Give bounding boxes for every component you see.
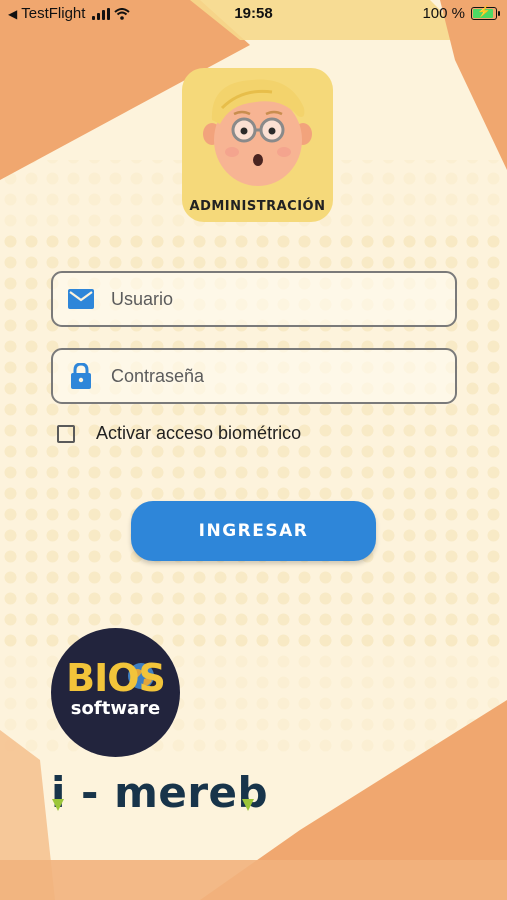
- password-field[interactable]: [51, 348, 457, 404]
- decor-bottom-band: [0, 860, 507, 900]
- status-bar: ◀ TestFlight 19:58 100 % ⚡: [0, 0, 507, 30]
- username-input[interactable]: [109, 287, 433, 311]
- biometric-option[interactable]: Activar acceso biométrico: [57, 423, 301, 444]
- bios-software-logo: BIOS software: [51, 628, 180, 757]
- admin-avatar: ADMINISTRACIÓN: [182, 68, 333, 222]
- mail-icon: [67, 285, 95, 313]
- biometric-label[interactable]: Activar acceso biométrico: [96, 423, 301, 444]
- username-field[interactable]: [51, 271, 457, 327]
- status-right: 100 % ⚡: [422, 5, 500, 22]
- i-mereb-logo: i - mereb: [51, 768, 268, 828]
- charging-bolt-icon: ⚡: [477, 6, 491, 18]
- avatar-caption: ADMINISTRACIÓN: [189, 199, 326, 214]
- bios-wordmark: BIOS: [66, 656, 166, 700]
- logo-accent-mark: [52, 799, 64, 811]
- biometric-checkbox[interactable]: [57, 424, 75, 443]
- login-screen: ◀ TestFlight 19:58 100 % ⚡ ADMINISTRACIÓ…: [0, 0, 507, 900]
- i-mereb-wordmark: i - mereb: [51, 768, 269, 817]
- logo-accent-mark: [242, 799, 254, 811]
- lock-icon: [67, 362, 95, 390]
- bios-subtitle: software: [70, 698, 161, 719]
- battery-icon: ⚡: [471, 6, 500, 20]
- login-button[interactable]: INGRESAR: [131, 501, 376, 561]
- battery-percent: 100 %: [422, 5, 465, 22]
- password-input[interactable]: [109, 364, 433, 388]
